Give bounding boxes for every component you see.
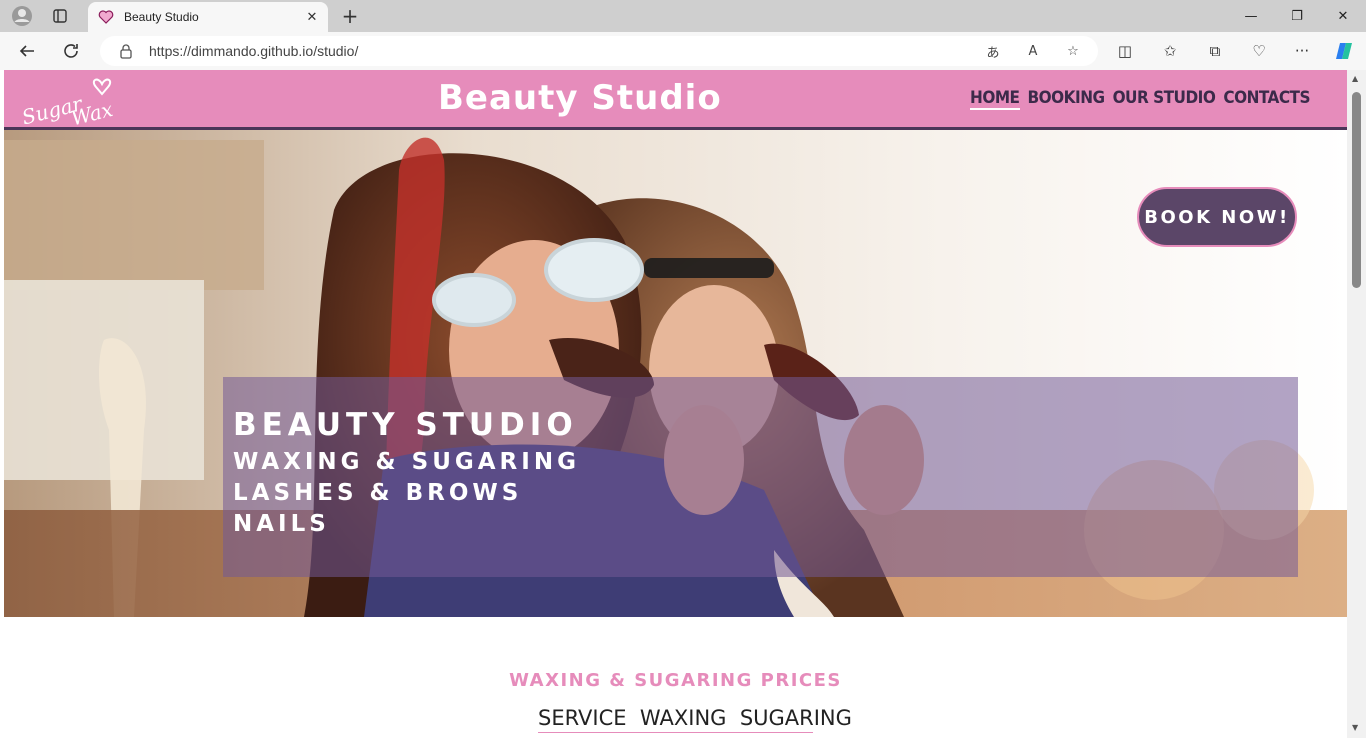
prices-table-header: SERVICE WAXING SUGARING [538,706,852,733]
col-sugaring: SUGARING [739,706,852,730]
nav-home[interactable]: HOME [970,88,1020,110]
back-icon[interactable] [14,38,40,64]
col-waxing: WAXING [639,706,727,730]
url-text[interactable]: https://dimmando.github.io/studio/ [149,43,358,59]
minimize-icon[interactable]: — [1228,0,1274,32]
new-tab-icon[interactable]: + [338,4,362,28]
nav-booking[interactable]: BOOKING [1028,88,1106,110]
scroll-up-icon[interactable]: ▲ [1352,74,1358,83]
restore-icon[interactable]: ❐ [1274,0,1320,32]
copilot-icon[interactable] [1333,40,1355,62]
page-viewport: Sugar Wax Beauty Studio HOME BOOKING OUR… [4,70,1347,738]
read-aloud-icon[interactable]: A [1023,41,1043,61]
book-now-button[interactable]: BOOK NOW! [1137,187,1297,247]
hero-title: BEAUTY STUDIO [233,407,578,443]
address-bar[interactable]: https://dimmando.github.io/studio/ あ A ☆ [100,36,1098,66]
split-screen-icon[interactable]: ◫ [1114,40,1136,62]
sugar-wax-logo[interactable]: Sugar Wax [18,72,128,130]
site-title: Beauty Studio [438,78,722,118]
reload-icon[interactable] [58,38,84,64]
close-window-icon[interactable]: ✕ [1320,0,1366,32]
browser-tab-bar: Beauty Studio ✕ + — ❐ ✕ [0,0,1366,32]
col-service: SERVICE [538,706,627,730]
translate-icon[interactable]: あ [983,41,1003,61]
profile-icon[interactable] [10,4,34,28]
hero-service-nails: NAILS [233,511,330,537]
site-header: Sugar Wax Beauty Studio HOME BOOKING OUR… [4,70,1347,130]
nav-contacts[interactable]: CONTACTS [1223,88,1310,110]
browser-toolbar: https://dimmando.github.io/studio/ あ A ☆… [0,32,1366,70]
scroll-thumb[interactable] [1352,92,1361,288]
tab-title: Beauty Studio [124,10,199,24]
close-tab-icon[interactable]: ✕ [304,9,320,25]
favorites-icon[interactable]: ✩ [1159,40,1181,62]
page-scrollbar[interactable]: ▲ ▼ [1347,70,1366,738]
heart-favicon-icon [98,9,114,25]
more-options-icon[interactable]: ··· [1291,40,1313,62]
hero-text-panel: BEAUTY STUDIO WAXING & SUGARING LASHES &… [223,377,1298,577]
lock-icon[interactable] [118,43,134,59]
nav-our-studio[interactable]: OUR STUDIO [1113,88,1216,110]
collections-icon[interactable]: ⧉ [1204,40,1226,62]
hero-service-lashes: LASHES & BROWS [233,480,523,506]
tab-actions-icon[interactable] [48,4,72,28]
scroll-down-icon[interactable]: ▼ [1352,723,1358,732]
prices-heading: WAXING & SUGARING PRICES [509,670,842,691]
browser-essentials-icon[interactable]: ♡ [1248,40,1270,62]
main-navigation: HOME BOOKING OUR STUDIO CONTACTS [970,88,1310,110]
hero-section: BOOK NOW! BEAUTY STUDIO WAXING & SUGARIN… [4,130,1347,617]
favorite-star-icon[interactable]: ☆ [1063,41,1083,61]
browser-tab-active[interactable]: Beauty Studio ✕ [88,2,328,32]
hero-service-waxing: WAXING & SUGARING [233,449,580,475]
